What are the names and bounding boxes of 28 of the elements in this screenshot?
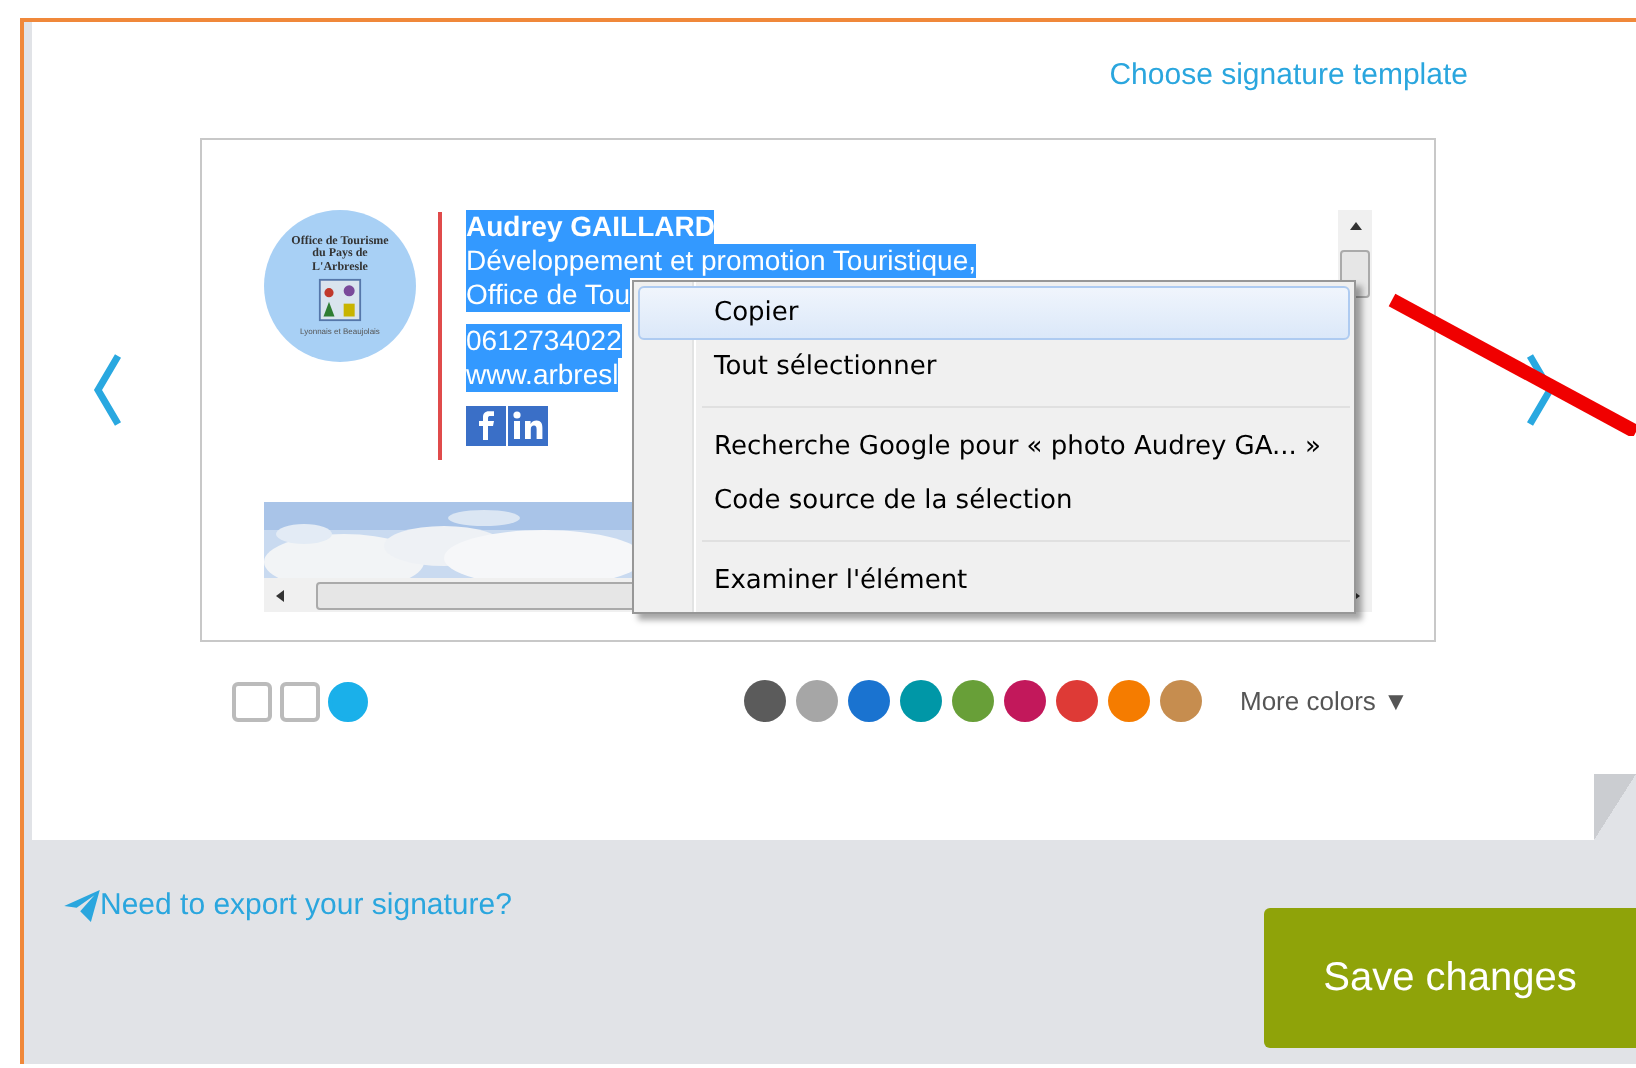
color-swatch[interactable] (1004, 680, 1046, 722)
logo-emblem-icon (318, 278, 362, 323)
color-swatch[interactable] (1160, 680, 1202, 722)
signature-name: Audrey GAILLARD (466, 210, 715, 244)
chevron-left-icon[interactable] (92, 350, 124, 430)
scroll-up-icon[interactable] (1347, 218, 1363, 234)
menu-item[interactable]: Tout sélectionner (638, 340, 1350, 394)
color-swatch[interactable] (848, 680, 890, 722)
color-swatch[interactable] (744, 680, 786, 722)
color-swatch[interactable] (900, 680, 942, 722)
menu-item[interactable]: Recherche Google pour « photo Audrey GA... » (638, 420, 1350, 474)
color-swatch[interactable] (796, 680, 838, 722)
menu-item[interactable]: Code source de la sélection (638, 474, 1350, 528)
menu-item[interactable]: Copier (638, 286, 1350, 340)
square-style-option[interactable] (280, 681, 320, 721)
square-style-option[interactable] (232, 681, 272, 721)
scroll-left-icon[interactable] (272, 587, 288, 603)
circle-style-option[interactable] (328, 681, 368, 721)
color-swatch[interactable] (1108, 680, 1150, 722)
linkedin-icon[interactable] (508, 406, 548, 446)
page-curl (1594, 774, 1636, 840)
menu-item[interactable]: Examiner l'élément (638, 554, 1350, 608)
color-swatch[interactable] (1056, 680, 1098, 722)
color-swatch[interactable] (952, 680, 994, 722)
facebook-icon[interactable] (466, 406, 506, 446)
paper-plane-icon (64, 889, 100, 921)
more-colors-dropdown[interactable]: More colors ▼ (1240, 686, 1409, 716)
chevron-right-icon[interactable] (1524, 350, 1556, 430)
